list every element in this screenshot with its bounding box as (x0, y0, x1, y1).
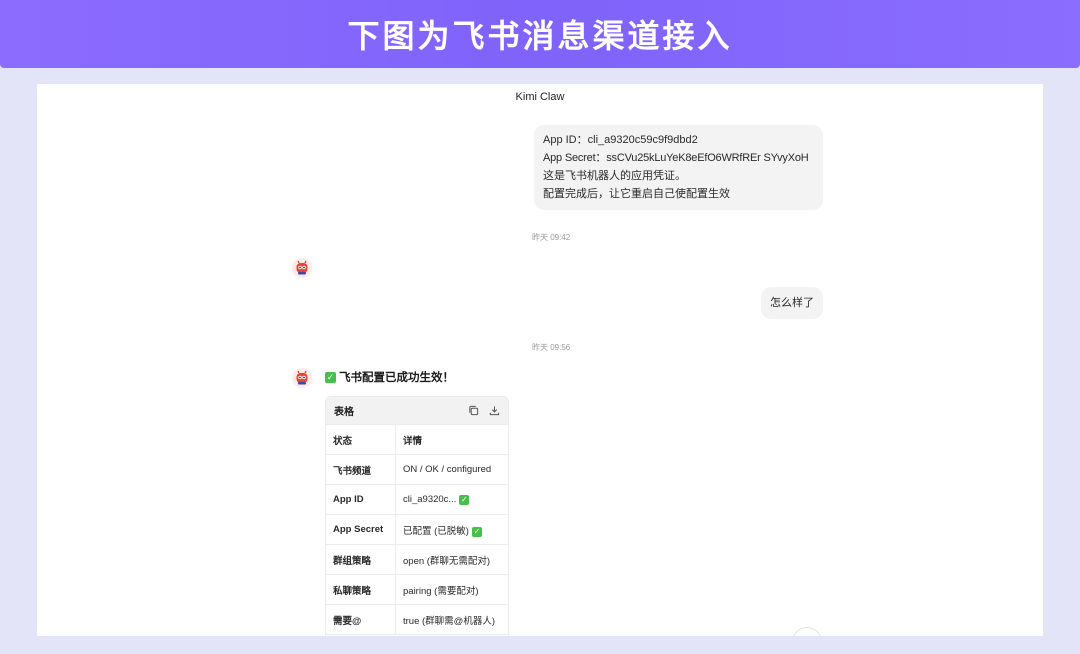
message-line: 配置完成后，让它重启自己使配置生效 (543, 188, 730, 200)
banner-title: 下图为飞书消息渠道接入 (347, 17, 733, 55)
table-value-cell: 已配置 (已脱敏) ✓ (395, 514, 508, 545)
table-value-cell: open (群聊无需配对) (395, 544, 508, 575)
table-title: 表格 (334, 407, 354, 418)
table-value-text: open (群聊无需配对) (403, 555, 491, 567)
check-mark-icon: ✓ (325, 371, 336, 383)
table-head-cell: 状态 (326, 425, 396, 455)
window-title: Kimi Claw (515, 91, 565, 103)
table-value-text: true (群聊需@机器人) (403, 615, 495, 627)
table-body: 状态 详情 飞书频道 ON / OK / configured App ID cli_… (326, 425, 508, 635)
table-value-cell: cli_a9320c... ✓ (395, 484, 508, 515)
table-value-text: 已配置 (已脱敏) (403, 525, 469, 537)
bot-reply-title: ✓ 飞书配置已成功生效！ (325, 369, 454, 385)
timestamp: 昨天 09:56 (532, 343, 571, 352)
robot-avatar-icon (292, 258, 312, 278)
table-key-cell: 需要@ (326, 604, 396, 635)
table-header: 表格 (326, 397, 508, 425)
scroll-to-bottom-button[interactable] (792, 627, 822, 636)
timestamp: 昨天 09:42 (532, 233, 571, 242)
user-message-credentials: App ID：cli_a9320c59c9f9dbd2 App Secret：s… (534, 125, 823, 210)
table-value-text: pairing (需要配对) (403, 585, 479, 597)
table-value-cell: ON / OK / configured (395, 454, 508, 485)
result-table: 表格 状态 详情 飞书频道 ON / OK / configured App ID c… (325, 396, 509, 636)
chat-window: Kimi Claw App ID：cli_a9320c59c9f9dbd2 Ap… (37, 84, 1043, 636)
message-line: 这是飞书机器人的应用凭证。 (543, 170, 686, 182)
check-mark-icon: ✓ (471, 526, 482, 537)
table-row: App Secret 已配置 (已脱敏) ✓ (326, 514, 508, 545)
table-value-text: ON / OK / configured (403, 464, 492, 475)
table-key-cell: App Secret (326, 514, 396, 545)
table-head-cell: 详情 (395, 425, 508, 455)
table-key-cell: App ID (326, 484, 396, 515)
table-value-text: cli_a9320c... (403, 494, 457, 505)
table-row: 飞书频道 ON / OK / configured (326, 454, 508, 485)
table-row: 私聊策略 pairing (需要配对) (326, 574, 508, 605)
table-key-cell: 群组策略 (326, 544, 396, 575)
table-row: 需要@ true (群聊需@机器人) (326, 604, 508, 635)
table-row: 状态 详情 (326, 425, 508, 455)
top-banner: 下图为飞书消息渠道接入 (0, 0, 1080, 68)
message-line: App Secret：ssCVu25kLuYeK8eEfO6WRfREr SYv… (543, 152, 809, 164)
table-row: 群组策略 open (群聊无需配对) (326, 544, 508, 575)
robot-avatar-icon (292, 368, 312, 388)
download-icon[interactable] (489, 405, 500, 416)
message-line: App ID：cli_a9320c59c9f9dbd2 (543, 134, 698, 146)
table-key-cell: 私聊策略 (326, 574, 396, 605)
table-value-cell: true (群聊需@机器人) (395, 604, 508, 635)
user-message-question: 怎么样了 (761, 287, 823, 319)
copy-icon[interactable] (468, 405, 479, 416)
table-key-cell: 飞书频道 (326, 454, 396, 485)
reply-text: 飞书配置已成功生效！ (339, 372, 454, 384)
table-value-cell: pairing (需要配对) (395, 574, 508, 605)
table-row: App ID cli_a9320c... ✓ (326, 484, 508, 515)
check-mark-icon: ✓ (459, 495, 470, 505)
